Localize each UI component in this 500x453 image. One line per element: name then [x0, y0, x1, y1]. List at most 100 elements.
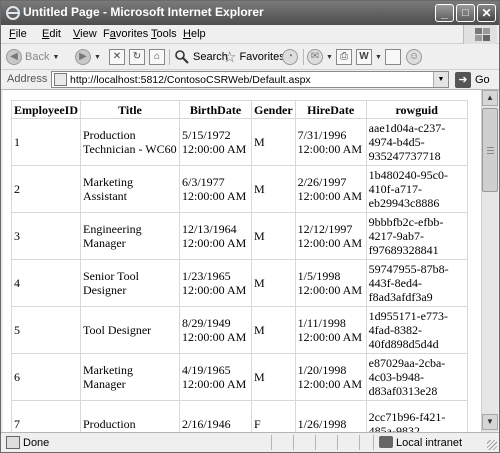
home-button[interactable]: ⌂	[149, 48, 165, 66]
forward-arrow-icon: ▶	[75, 49, 91, 65]
scroll-thumb[interactable]	[482, 108, 498, 192]
cell-rowguid: 9bbbfb2c-efbb-4217-9ab7-f97689328841	[365, 212, 468, 260]
close-button[interactable]: ✕	[477, 4, 496, 22]
menu-favorites[interactable]: Favorites	[103, 28, 148, 40]
table-row: 2 Marketing Assistant 6/3/1977 12:00:00 …	[11, 165, 468, 213]
column-header: HireDate	[294, 100, 367, 119]
maximize-button[interactable]: □	[456, 4, 475, 22]
back-label: Back	[25, 51, 50, 63]
cell-hire-date: 1/5/1998 12:00:00 AM	[294, 259, 367, 307]
favorites-star-icon: ☆	[223, 49, 237, 66]
intranet-zone-icon	[379, 436, 393, 448]
ie-icon	[6, 6, 20, 20]
window-title: Untitled Page - Microsoft Internet Explo…	[23, 5, 264, 19]
column-header: rowguid	[365, 100, 468, 119]
home-icon: ⌂	[149, 49, 165, 65]
cell-rowguid: 1b480240-95c0-410f-a717-eb29943c8886	[365, 165, 468, 213]
table-row: 4 Senior Tool Designer 1/23/1965 12:00:0…	[11, 259, 468, 307]
messenger-button[interactable]: ☺	[406, 48, 422, 66]
minimize-button[interactable]: _	[435, 4, 454, 22]
table-row: 6 Marketing Manager 4/19/1965 12:00:00 A…	[11, 353, 468, 401]
menu-file-accel: F	[9, 28, 16, 40]
search-button[interactable]: Search	[174, 48, 228, 66]
title-bar[interactable]: Untitled Page - Microsoft Internet Explo…	[1, 1, 499, 25]
go-arrow-icon: ➜	[455, 71, 471, 88]
status-text: Done	[23, 437, 50, 449]
search-icon	[175, 50, 189, 64]
employee-grid: EmployeeID Title BirthDate Gender HireDa…	[11, 100, 468, 432]
address-label: Address	[7, 73, 48, 85]
mail-dropdown-icon[interactable]: ▼	[326, 54, 333, 61]
cell-birth-date: 5/15/1972 12:00:00 AM	[179, 118, 252, 166]
cell-gender: F	[251, 400, 296, 432]
cell-rowguid: 59747955-87b8-443f-8ed4-f8ad3afdf3a9	[365, 259, 468, 307]
menu-edit-label: dit	[49, 28, 61, 40]
resize-grip-icon[interactable]	[487, 440, 497, 450]
status-panel	[293, 435, 294, 450]
table-row: 3 Engineering Manager 12/13/1964 12:00:0…	[11, 212, 468, 260]
status-panel	[315, 435, 316, 450]
menu-tools-label: ools	[156, 28, 177, 40]
windows-logo-icon	[463, 25, 497, 44]
menu-tools[interactable]: Tools	[151, 28, 177, 40]
mail-button[interactable]: ✉ ▼	[307, 48, 333, 66]
scroll-up-icon[interactable]: ▲	[482, 90, 498, 106]
cell-hire-date: 12/12/1997 12:00:00 AM	[294, 212, 367, 260]
vertical-scrollbar[interactable]: ▲ ▼	[481, 90, 498, 432]
page-done-icon	[6, 436, 20, 449]
menu-view-label: iew	[80, 28, 97, 40]
security-zone-label: Local intranet	[396, 437, 463, 449]
column-header: BirthDate	[179, 100, 252, 119]
back-button[interactable]: ◀ Back ▼	[6, 48, 59, 66]
favorites-label: Favorites	[239, 51, 285, 63]
status-bar: Done Local intranet	[1, 432, 499, 452]
cell-birth-date: 8/29/1949 12:00:00 AM	[179, 306, 252, 354]
table-row: 7 Production 2/16/1946 F 1/26/1998 2cc71…	[11, 400, 468, 432]
cell-gender: M	[251, 306, 296, 354]
menu-file[interactable]: File	[9, 28, 27, 40]
menu-edit[interactable]: Edit	[42, 28, 61, 40]
forward-dropdown-icon[interactable]: ▼	[94, 54, 101, 61]
cell-hire-date: 2/26/1997 12:00:00 AM	[294, 165, 367, 213]
menu-help-label: elp	[190, 28, 206, 40]
address-input[interactable]: http://localhost:5812/ContosoCSRWeb/Defa…	[51, 71, 449, 88]
stop-button[interactable]: ✕	[109, 48, 125, 66]
column-header: Title	[80, 100, 180, 119]
history-icon: ◔	[282, 49, 298, 65]
menu-help[interactable]: Help	[183, 28, 206, 40]
edit-dropdown-icon[interactable]: ▼	[375, 54, 382, 61]
cell-gender: M	[251, 118, 296, 166]
toolbar-separator	[303, 49, 304, 65]
menu-view[interactable]: View	[73, 28, 97, 40]
refresh-button[interactable]: ↻	[129, 48, 145, 66]
address-dropdown-icon[interactable]: ▼	[433, 72, 448, 87]
table-row: 1 Production Technician - WC60 5/15/1972…	[11, 118, 468, 166]
menu-file-label: ile	[15, 28, 27, 40]
cell-birth-date: 2/16/1946	[179, 400, 252, 432]
cell-title: Production	[80, 400, 180, 432]
refresh-icon: ↻	[129, 49, 145, 65]
menu-favorites-pre: F	[103, 28, 110, 40]
cell-employee-id: 4	[11, 259, 81, 307]
print-icon: ⎙	[336, 49, 352, 65]
cell-title: Tool Designer	[80, 306, 180, 354]
back-dropdown-icon[interactable]: ▼	[52, 54, 59, 61]
cell-title: Engineering Manager	[80, 212, 180, 260]
cell-hire-date: 1/20/1998 12:00:00 AM	[294, 353, 367, 401]
browser-window: Untitled Page - Microsoft Internet Explo…	[0, 0, 500, 453]
address-bar: Address http://localhost:5812/ContosoCSR…	[1, 70, 499, 90]
column-header: EmployeeID	[11, 100, 81, 119]
print-button[interactable]: ⎙	[336, 48, 352, 66]
go-label: Go	[475, 73, 490, 86]
scroll-down-icon[interactable]: ▼	[482, 414, 498, 430]
discuss-button[interactable]	[385, 48, 401, 66]
go-button[interactable]: ➜ Go	[455, 71, 490, 88]
cell-employee-id: 6	[11, 353, 81, 401]
edit-button[interactable]: W ▼	[356, 48, 382, 66]
cell-gender: M	[251, 212, 296, 260]
cell-birth-date: 6/3/1977 12:00:00 AM	[179, 165, 252, 213]
forward-button[interactable]: ▶ ▼	[75, 48, 101, 66]
favorites-button[interactable]: ☆ Favorites	[223, 48, 285, 66]
history-button[interactable]: ◔	[282, 48, 298, 66]
cell-hire-date: 1/26/1998	[294, 400, 367, 432]
